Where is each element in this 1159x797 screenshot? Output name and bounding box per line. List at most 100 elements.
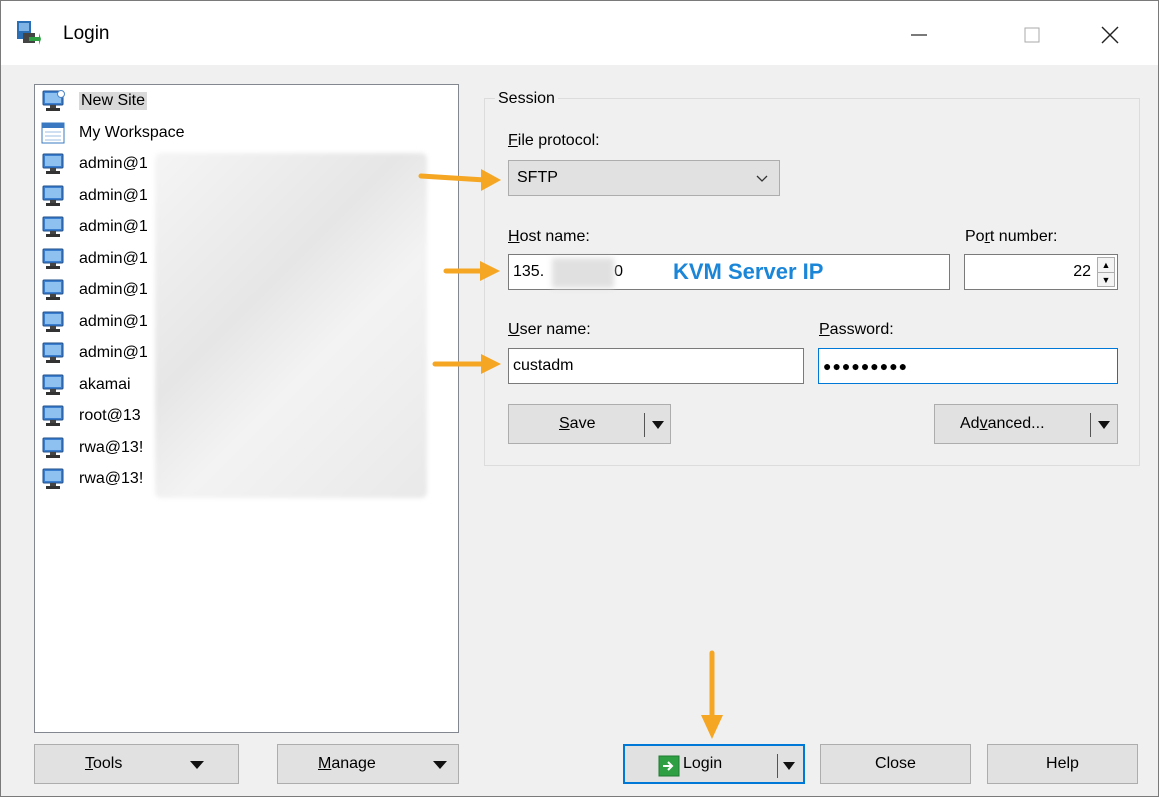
site-item[interactable]: admin@1: [41, 278, 148, 302]
save-button[interactable]: Save: [508, 404, 671, 444]
password-value: ●●●●●●●●●: [823, 358, 909, 374]
site-item-label: rwa@13!: [79, 470, 144, 487]
site-item-label: New Site: [79, 92, 148, 110]
login-split-divider: [777, 754, 778, 778]
site-item[interactable]: akamai: [41, 373, 131, 397]
site-item-label: admin@1: [79, 249, 148, 267]
login-icon: [658, 755, 680, 777]
site-tree[interactable]: rwa@13! rwa@13! root@13 akamai admin@1 admin@…: [34, 84, 459, 733]
login-button[interactable]: Login: [623, 744, 805, 784]
manage-label: Manage: [318, 755, 376, 772]
close-window-button[interactable]: [1087, 15, 1133, 55]
minimize-icon: [911, 34, 927, 36]
advanced-split-divider: [1090, 413, 1091, 437]
caret-down-icon[interactable]: [651, 419, 665, 431]
port-number-input[interactable]: 22 ▲ ▼: [964, 254, 1118, 290]
site-item-label: admin@1: [79, 186, 148, 204]
help-label: Help: [1046, 755, 1079, 772]
site-item[interactable]: rwa@13!: [41, 436, 143, 460]
site-item-label: admin@1: [79, 218, 148, 235]
site-item[interactable]: admin@1: [41, 247, 148, 271]
site-item-label: My Workspace: [79, 123, 185, 141]
site-item[interactable]: rwa@13!: [41, 467, 143, 491]
computer-icon: [41, 311, 65, 333]
annotation-arrow-user: [432, 354, 501, 374]
computer-icon: [41, 342, 65, 364]
close-icon: [1101, 26, 1119, 44]
file-protocol-select[interactable]: SFTP: [508, 160, 780, 196]
host-redaction: [552, 258, 614, 288]
password-input[interactable]: ●●●●●●●●●: [818, 348, 1118, 384]
computer-icon: [41, 468, 65, 490]
file-protocol-label: File protocol:: [508, 132, 600, 149]
chevron-down-icon: [756, 175, 768, 182]
site-item-label: akamai: [79, 375, 131, 393]
computer-icon: [41, 216, 65, 238]
maximize-button[interactable]: [1009, 15, 1055, 55]
file-protocol-value: SFTP: [517, 169, 558, 186]
site-item[interactable]: admin@1: [41, 184, 148, 208]
site-item[interactable]: My Workspace: [41, 121, 185, 145]
caret-down-icon[interactable]: [1097, 419, 1111, 431]
site-item[interactable]: admin@1: [41, 310, 148, 334]
caret-down-icon: [433, 761, 447, 769]
site-item[interactable]: admin@1: [41, 215, 148, 239]
site-item-label: rwa@13!: [79, 438, 144, 456]
user-name-input[interactable]: custadm: [508, 348, 804, 384]
manage-button[interactable]: Manage: [277, 744, 459, 784]
close-button[interactable]: Close: [820, 744, 971, 784]
login-dialog: Login rwa@13! rwa@13! root@13 akamai admin@1…: [0, 0, 1159, 797]
close-label: Close: [875, 755, 916, 772]
session-legend: Session: [495, 90, 558, 108]
site-item[interactable]: admin@1: [41, 341, 148, 365]
login-label: Login: [683, 755, 723, 772]
computer-icon: [41, 248, 65, 270]
computer-icon: [41, 153, 65, 175]
user-name-value: custadm: [513, 357, 574, 374]
site-item[interactable]: admin@1: [41, 152, 148, 176]
site-item-label: admin@1: [79, 344, 148, 361]
computer-icon: [41, 437, 65, 459]
site-item[interactable]: New Site: [41, 89, 148, 113]
port-number-label: Port number:: [965, 228, 1058, 245]
annotation-arrow-host: [443, 261, 500, 281]
password-label: Password:: [819, 321, 894, 338]
annotation-arrow-protocol: [418, 169, 501, 191]
computer-icon: [41, 374, 65, 396]
site-item-label: admin@1: [79, 312, 148, 330]
annotation-arrow-login: [701, 650, 723, 739]
winscp-app-icon: [17, 21, 41, 45]
computer-icon: [41, 405, 65, 427]
caret-down-icon[interactable]: [782, 760, 796, 772]
port-spinner[interactable]: ▲ ▼: [1097, 257, 1115, 287]
window-title: Login: [63, 23, 110, 44]
host-name-label: Host name:: [508, 228, 590, 245]
redacted-area: [155, 153, 427, 498]
tools-button[interactable]: Tools: [34, 744, 239, 784]
port-value: 22: [1073, 263, 1091, 280]
new-site-icon: [41, 90, 65, 112]
computer-icon: [41, 185, 65, 207]
user-name-label: User name:: [508, 321, 591, 338]
spin-up-icon[interactable]: ▲: [1098, 258, 1114, 273]
host-value-end: 0: [614, 263, 624, 280]
workspace-icon: [41, 122, 65, 144]
maximize-icon: [1024, 27, 1040, 43]
site-item-label: admin@1: [79, 281, 148, 298]
kvm-server-ip-annotation: KVM Server IP: [673, 259, 824, 284]
save-label: Save: [559, 415, 596, 432]
site-item-label: admin@1: [79, 155, 148, 172]
site-item[interactable]: root@13: [41, 404, 141, 428]
tools-label: Tools: [85, 755, 123, 772]
advanced-button[interactable]: Advanced...: [934, 404, 1118, 444]
spin-down-icon[interactable]: ▼: [1098, 273, 1114, 287]
help-button[interactable]: Help: [987, 744, 1138, 784]
site-item-label: root@13: [79, 407, 141, 424]
caret-down-icon: [190, 761, 204, 769]
advanced-label: Advanced...: [960, 415, 1045, 432]
save-split-divider: [644, 413, 645, 437]
minimize-button[interactable]: [896, 15, 942, 55]
host-value-start: 135.: [513, 263, 545, 280]
title-bar: Login: [1, 1, 1158, 65]
computer-icon: [41, 279, 65, 301]
